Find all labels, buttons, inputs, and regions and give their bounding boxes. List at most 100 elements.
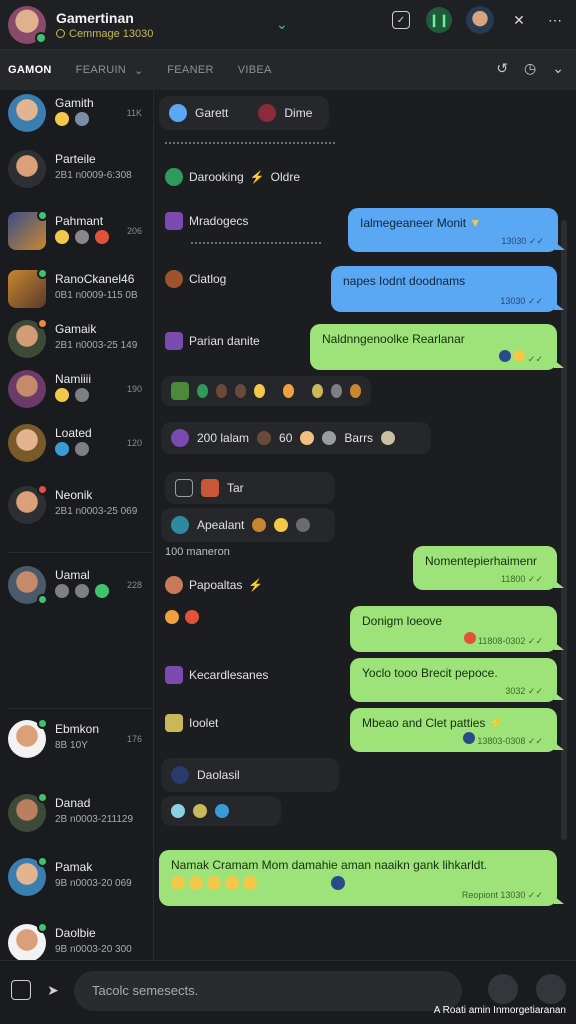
close-icon[interactable]: ✕ xyxy=(508,9,530,31)
contact-item[interactable]: Daolbie 9B n0003-20 300 xyxy=(0,920,153,960)
compass-icon xyxy=(171,766,189,784)
emoji-row xyxy=(55,112,89,126)
chevron-down-icon[interactable]: ⌄ xyxy=(134,64,143,77)
reaction-row: 200 lalam 60 Barrs xyxy=(161,422,431,454)
contact-item[interactable]: Parteile 2B1 n0009-6:308 xyxy=(0,146,153,206)
tab-vibea[interactable]: VIBEA xyxy=(238,64,272,76)
contact-item[interactable]: Uamal 228 xyxy=(0,562,153,622)
chat-title: Gamertinan xyxy=(56,9,134,26)
emoji-row xyxy=(171,876,545,890)
top-actions: ✓ ❙❙ ✕ ⋯ xyxy=(390,6,566,34)
message-meta: 11808-0302 ✓✓ xyxy=(463,632,543,647)
note-icon[interactable]: ✓ xyxy=(390,9,412,31)
message-text: Kecardlesanes xyxy=(189,668,269,682)
divider xyxy=(8,552,153,553)
mic-icon[interactable] xyxy=(424,974,454,1004)
divider xyxy=(191,242,321,244)
avatar xyxy=(8,566,48,605)
message-meta: ✓✓ xyxy=(498,350,543,365)
emoji-row xyxy=(55,442,89,456)
tab-fearuin[interactable]: FEARUIN xyxy=(76,64,126,76)
message-bubble-out[interactable]: napes Iodnt doodnams 13030 ✓✓ xyxy=(331,266,564,312)
contact-preview: 9B n0003-20 300 xyxy=(55,944,132,955)
avatar xyxy=(8,424,46,462)
lightning-icon: ⚡ xyxy=(488,716,504,730)
top-bar: Gamertinan Cemmage 13030 ⌄ ✓ ❙❙ ✕ ⋯ xyxy=(0,0,576,50)
contact-item[interactable]: Danad 2B n0003-211129 xyxy=(0,790,153,850)
message-meta: 3032 ✓✓ xyxy=(505,686,543,696)
contact-preview: 9B n0003-20 069 xyxy=(55,878,132,889)
message-row: Darooking ⚡ Oldre xyxy=(165,168,300,186)
divider xyxy=(165,142,335,144)
reaction-row xyxy=(161,796,281,826)
share-icon[interactable]: ↺ xyxy=(496,60,508,77)
message-meta: 13030 ✓✓ xyxy=(501,236,544,246)
message-bubble-out[interactable]: Yoclo tooo Brecit pepoce. 3032 ✓✓ xyxy=(350,658,564,702)
message-bubble-out[interactable]: Namak Cramam Mom damahie aman naaikn gan… xyxy=(159,850,564,906)
avatar xyxy=(8,318,48,358)
contact-item[interactable]: Namiiii 190 xyxy=(0,366,153,426)
chat-avatar[interactable] xyxy=(8,5,47,44)
chevron-down-icon[interactable]: ⌄ xyxy=(552,60,564,77)
message-bubble-out[interactable]: Naldnngenoolke Rearlanar ✓✓ xyxy=(310,324,564,370)
contact-list: Gamith 11K Parteile 2B1 n0009-6:308 Pahm… xyxy=(0,90,154,960)
avatar xyxy=(258,104,277,122)
contact-time: 190 xyxy=(126,384,142,394)
audio-call-icon[interactable]: ❙❙ xyxy=(426,7,452,33)
contact-item[interactable]: Neonik 2B1 n0003-25 069 xyxy=(0,482,153,542)
game-icon xyxy=(165,332,183,350)
message-row: Kecardlesanes xyxy=(165,666,268,684)
emoji-icon[interactable] xyxy=(488,974,518,1004)
lightning-icon: ⚡ xyxy=(249,170,265,184)
message-input[interactable]: Tacolc semesects. xyxy=(74,971,462,1011)
refresh-icon[interactable]: ◷ xyxy=(524,60,536,77)
avatar xyxy=(8,268,48,308)
message-bubble-out[interactable]: Mbeao and Clet patties ⚡ 13803-0308 ✓✓ xyxy=(350,708,564,752)
game-icon xyxy=(171,429,189,447)
send-icon[interactable] xyxy=(536,974,566,1004)
contact-item[interactable]: Ebmkon 8B 10Y 176 xyxy=(0,716,153,776)
lightning-icon: ⚡ xyxy=(248,578,264,592)
avatar xyxy=(8,718,48,758)
message-text: Apealant xyxy=(197,518,245,532)
message-text: Yoclo tooo Brecit pepoce. xyxy=(362,666,498,680)
chat-title-block[interactable]: Gamertinan Cemmage 13030 xyxy=(56,10,226,40)
chip-row[interactable]: Tar xyxy=(165,472,335,504)
message-bubble-out[interactable]: Donigm loeove 11808-0302 ✓✓ xyxy=(350,606,564,652)
avatar xyxy=(8,922,48,960)
message-text: Ialmegeaneer Monit xyxy=(360,216,467,230)
attach-icon[interactable] xyxy=(10,979,32,1001)
message-text: Namak Cramam Mom damahie aman naaikn gan… xyxy=(171,858,488,872)
avatar xyxy=(8,370,46,408)
pen-icon xyxy=(165,270,183,288)
contact-name: Namiiii xyxy=(55,372,91,386)
message-text: Darooking xyxy=(189,170,244,184)
message-text: Daolasil xyxy=(197,768,240,782)
app-icon xyxy=(201,479,219,497)
message-bubble-out[interactable]: Nomentepierhaimenr 11800 ✓✓ xyxy=(413,546,564,590)
more-icon[interactable]: ⋯ xyxy=(544,9,566,31)
message-text: Parian danite xyxy=(189,334,260,348)
contact-item[interactable]: Pamak 9B n0003-20 069 xyxy=(0,854,153,914)
location-icon[interactable]: ➤ xyxy=(42,979,64,1001)
message-bubble-out[interactable]: Ialmegeaneer Monit ▼ 13030 ✓✓ xyxy=(348,208,565,252)
emoji-row xyxy=(55,388,89,402)
contact-name: RanoCkanel46 xyxy=(55,272,135,286)
contact-name: Uamal xyxy=(55,568,90,582)
contact-item[interactable]: Pahmant 206 xyxy=(0,208,153,268)
trophy-icon: ▼ xyxy=(469,216,482,230)
tab-feaner[interactable]: FEANER xyxy=(167,64,213,76)
emoji-row xyxy=(55,584,109,598)
contact-item[interactable]: Gamith 11K xyxy=(0,90,153,150)
profile-avatar[interactable] xyxy=(466,6,494,34)
message-row: Parian danite xyxy=(165,332,260,350)
game-icon xyxy=(165,576,183,594)
avatar xyxy=(8,484,48,524)
avatar xyxy=(8,792,48,832)
contact-name: Ebmkon xyxy=(55,722,100,736)
message-meta: 13030 ✓✓ xyxy=(500,296,543,306)
tab-gamon[interactable]: GAMON xyxy=(8,64,52,76)
chevron-down-icon[interactable]: ⌄ xyxy=(276,16,288,33)
avatar xyxy=(8,210,48,250)
contact-item[interactable]: Loated 120 xyxy=(0,420,153,480)
